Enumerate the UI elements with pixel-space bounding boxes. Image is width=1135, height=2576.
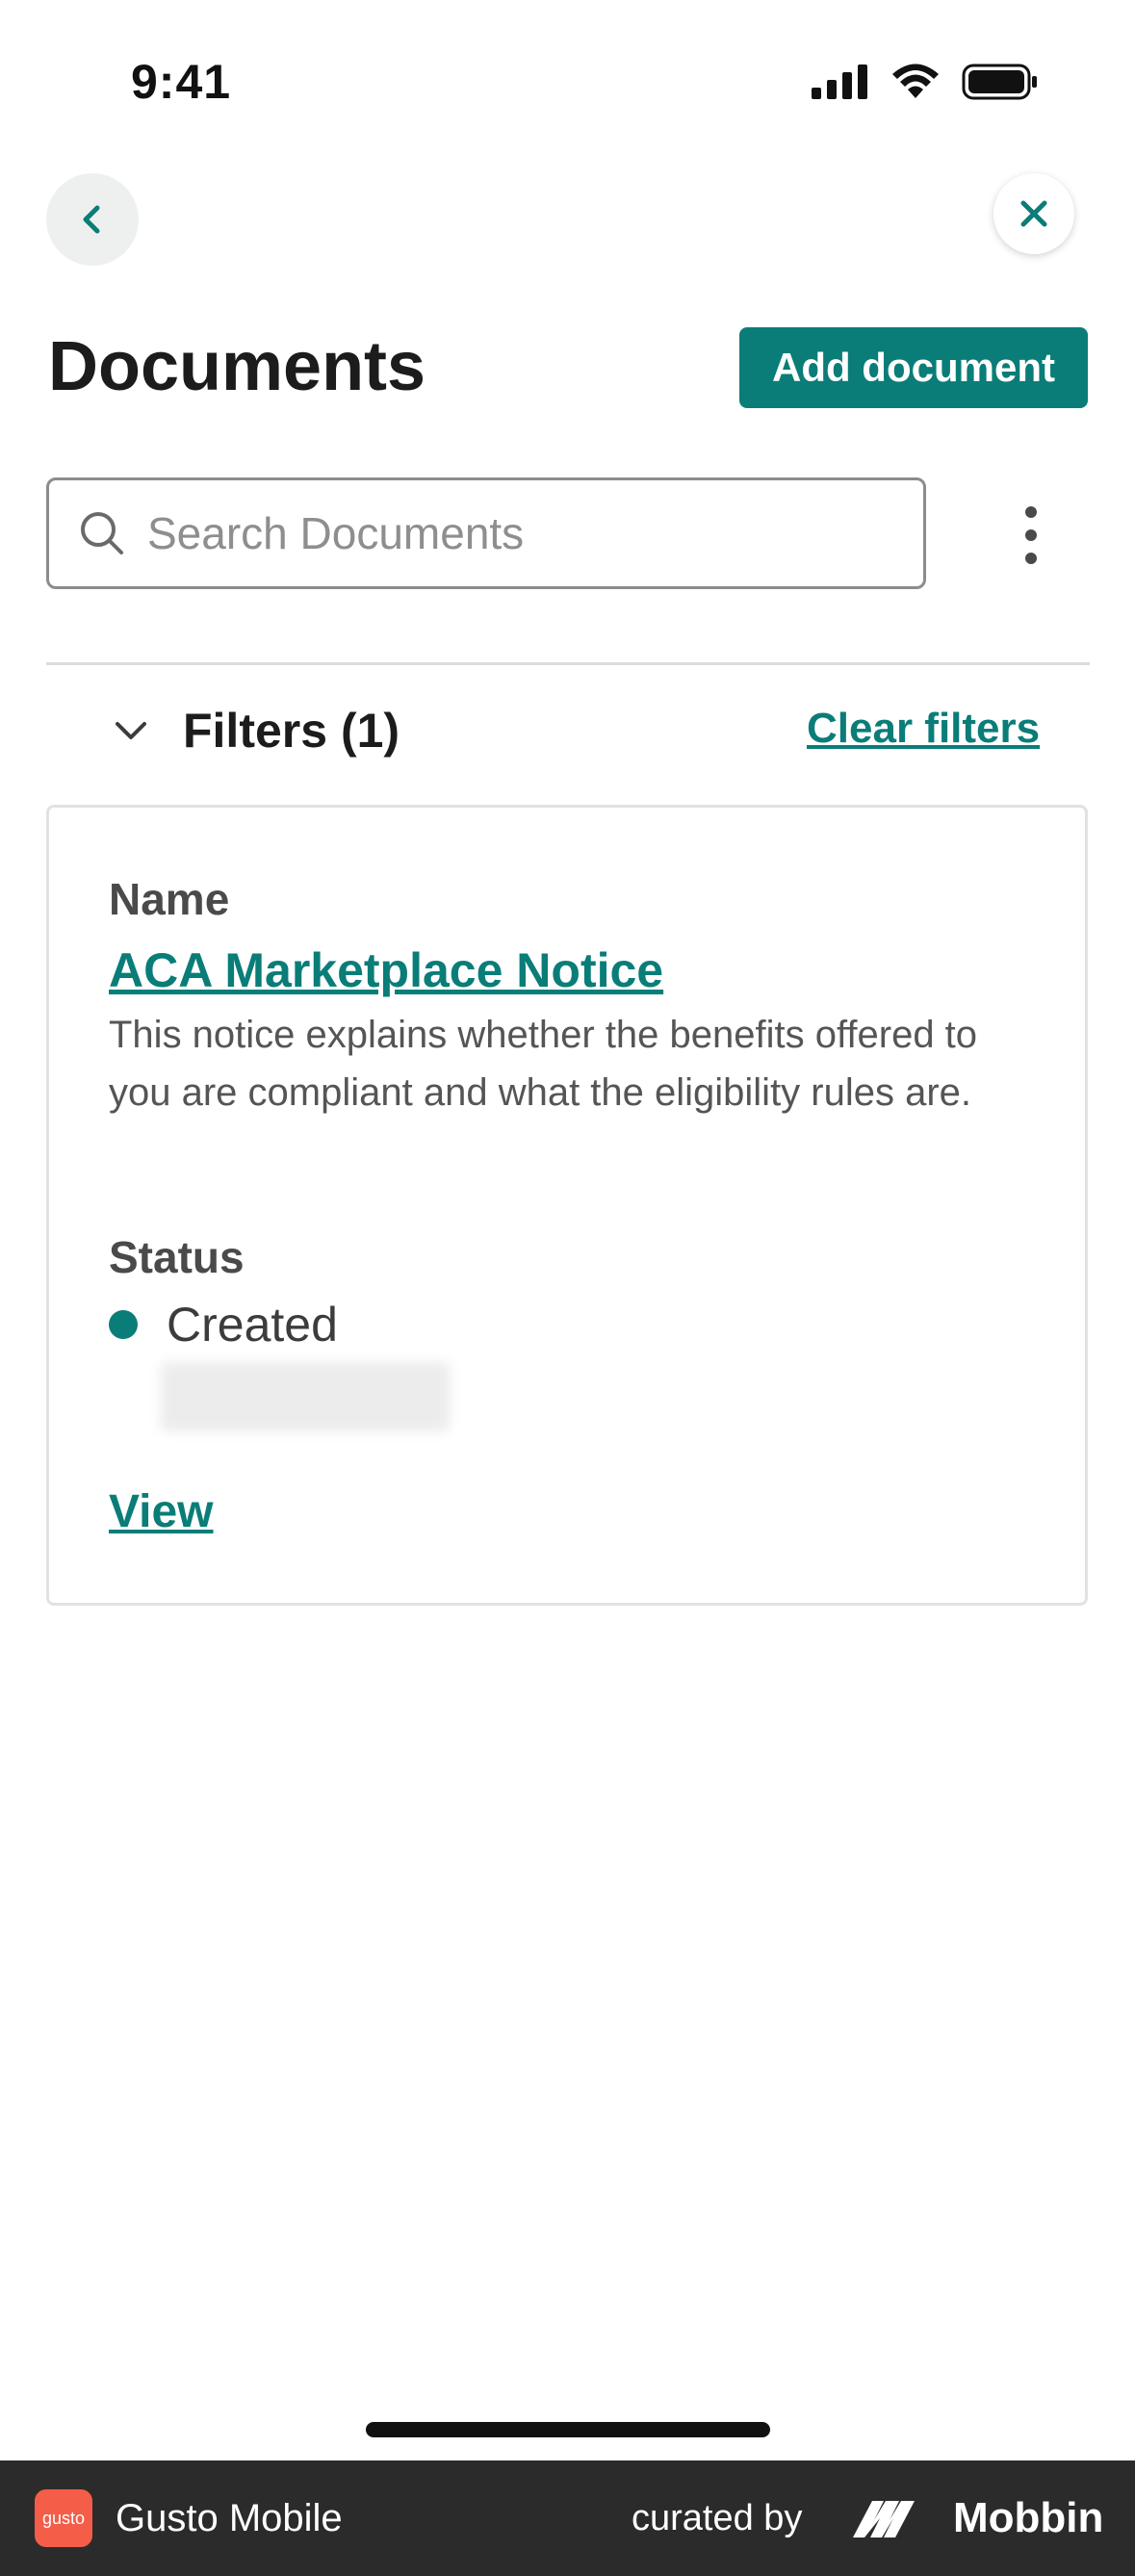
mobbin-logo-icon: [853, 2501, 915, 2537]
filters-toggle[interactable]: Filters (1): [114, 703, 400, 759]
wifi-icon: [892, 64, 939, 98]
clear-filters-link[interactable]: Clear filters: [807, 705, 1040, 753]
document-name-link[interactable]: ACA Marketplace Notice: [109, 942, 663, 998]
divider: [46, 662, 1090, 665]
battery-icon: [962, 64, 1037, 100]
mobbin-brand: Mobbin: [851, 2494, 1103, 2542]
redacted-date: [161, 1362, 450, 1431]
search-icon: [78, 509, 126, 557]
back-button[interactable]: [46, 173, 139, 266]
view-link[interactable]: View: [109, 1485, 214, 1538]
status-icons: [812, 64, 1039, 100]
status-time: 9:41: [131, 55, 232, 109]
document-description: This notice explains whether the benefit…: [109, 1014, 978, 1114]
more-options-button[interactable]: [1007, 506, 1055, 564]
chevron-down-icon: [116, 722, 146, 739]
more-dot: [1025, 553, 1037, 564]
add-document-button[interactable]: Add document: [739, 327, 1088, 408]
chevron-left-icon: [83, 205, 100, 234]
curated-by-label: curated by: [632, 2497, 803, 2538]
app-name: Gusto Mobile: [116, 2496, 343, 2539]
mobbin-name: Mobbin: [953, 2494, 1104, 2541]
filters-label: Filters (1): [183, 704, 400, 758]
footer-banner: gusto Gusto Mobile curated by Mobbin: [0, 2460, 1135, 2576]
status-row: Created: [109, 1297, 338, 1352]
more-vertical-icon: [1025, 506, 1037, 518]
status-value: Created: [167, 1298, 338, 1352]
gusto-app-icon: gusto: [35, 2489, 92, 2547]
signal-icon: [812, 64, 867, 99]
close-icon: [1020, 200, 1047, 227]
search-input[interactable]: [145, 506, 881, 560]
document-card: Name ACA Marketplace Notice This notice …: [46, 805, 1088, 1606]
status-label: Status: [109, 1232, 245, 1282]
close-button[interactable]: [993, 173, 1074, 254]
page-title: Documents: [48, 328, 426, 405]
home-indicator: [366, 2422, 770, 2437]
search-box[interactable]: [46, 477, 926, 589]
name-label: Name: [109, 874, 230, 924]
status-dot-icon: [109, 1310, 138, 1339]
more-dot: [1025, 529, 1037, 541]
